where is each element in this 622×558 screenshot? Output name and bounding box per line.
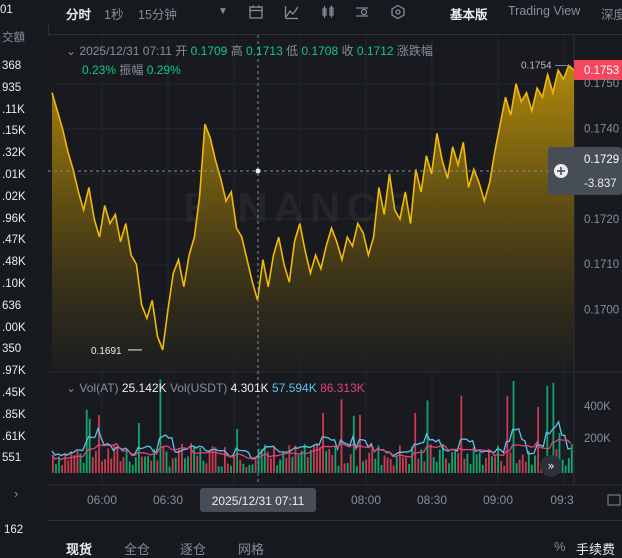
chart-area[interactable] — [48, 34, 622, 521]
left-panel-value: .10K — [2, 278, 26, 290]
left-panel-value: .32K — [2, 147, 26, 160]
left-panel-value: 935 — [2, 81, 22, 94]
tab-time[interactable]: 分时 — [66, 4, 91, 23]
vol-label-2: Vol(USDT) — [169, 381, 228, 395]
tab-15m[interactable]: 15分钟 — [138, 4, 177, 23]
left-panel-value: 636 — [2, 299, 22, 312]
amp-label: 振幅 — [119, 63, 144, 77]
fee-link[interactable]: 手续费 — [576, 539, 615, 558]
left-panel-value: .61K — [2, 430, 26, 443]
dropdown-icon[interactable]: ▼ — [218, 6, 228, 17]
vol-ma2: 86.313K — [320, 381, 365, 395]
ohlc-info: ⌄ 2025/12/31 07:11 开 0.1709 高 0.1713 低 0… — [66, 42, 433, 59]
change-value: 0.23% — [82, 63, 117, 77]
indicator-icon[interactable] — [284, 4, 300, 23]
left-panel-value: 368 — [2, 60, 22, 72]
left-header: 交額 — [2, 32, 25, 44]
left-panel: 01 交額 368 935 .11K .15K .32K .01K .02K .96K .47K… — [0, 0, 49, 554]
tab-spot[interactable]: 现货 — [66, 539, 92, 558]
ohlc-datetime: 2025/12/31 07:11 — [79, 44, 172, 58]
open-label: 开 — [175, 44, 188, 58]
order-tabs: 现货 全仓 逐仓 网格 % 手续费 — [48, 520, 622, 558]
left-panel-value: .00K — [2, 321, 26, 334]
volume-info: ⌄ Vol(AT) 25.142K Vol(USDT) 4.301K 57.59… — [66, 381, 365, 395]
left-panel-value: .47K — [2, 234, 26, 247]
close-value: 0.1712 — [356, 44, 394, 58]
vol-value-1: 25.142K — [121, 381, 167, 395]
left-panel-value: .45K — [2, 387, 26, 399]
collapse-icon[interactable]: ⌄ — [66, 44, 76, 58]
left-panel-value: .85K — [2, 408, 26, 421]
low-label: 低 — [286, 44, 299, 58]
change-label: 涨跌幅 — [396, 44, 433, 58]
left-panel-value: .11K — [2, 103, 25, 116]
high-label: 高 — [230, 44, 243, 58]
amp-value: 0.29% — [146, 63, 181, 77]
tab-isolated[interactable]: 逐仓 — [180, 539, 206, 558]
left-panel-value: .15K — [2, 125, 26, 138]
basic-view-tab[interactable]: 基本版 — [450, 4, 488, 23]
left-panel-value: .96K — [2, 212, 26, 225]
calendar-icon[interactable] — [248, 4, 264, 23]
left-panel-value: .02K — [2, 190, 26, 203]
settings-icon[interactable] — [354, 4, 370, 23]
ohlc-info-2: 0.23% 振幅 0.29% — [82, 61, 181, 78]
percent-icon[interactable]: % — [554, 539, 566, 554]
left-panel-value: .48K — [2, 256, 26, 269]
tradingview-tab[interactable]: Trading View — [508, 4, 580, 18]
open-value: 0.1709 — [190, 44, 228, 58]
left-panel-value: 350 — [2, 343, 22, 356]
chevron-right-icon[interactable]: › — [14, 486, 18, 501]
tab-1s[interactable]: 1秒 — [104, 4, 123, 23]
high-value: 0.1713 — [246, 44, 283, 58]
collapse-icon[interactable]: ⌄ — [66, 381, 76, 395]
candlestick-icon[interactable] — [320, 4, 336, 23]
left-panel-value: .97K — [2, 365, 26, 378]
low-value: 0.1708 — [301, 44, 339, 58]
hexagon-icon[interactable] — [390, 4, 406, 23]
depth-tab[interactable]: 深度 — [601, 4, 622, 23]
vol-label-1: Vol(AT) — [79, 381, 119, 395]
left-bottom-value: 162 — [4, 524, 24, 536]
left-top-value: 01 — [0, 4, 13, 16]
tab-cross[interactable]: 全仓 — [124, 539, 150, 558]
close-label: 收 — [341, 44, 354, 58]
chart-toolbar: 分时 1秒 15分钟 ▼ 基本版 Trading View 深度 — [48, 0, 622, 24]
left-panel-value: 551 — [2, 452, 22, 465]
vol-ma1: 57.594K — [272, 381, 317, 395]
left-panel-value: .01K — [2, 169, 26, 181]
tab-grid[interactable]: 网格 — [238, 539, 264, 558]
vol-value-2: 4.301K — [230, 381, 269, 395]
left-bottom: 162 — [0, 520, 48, 554]
